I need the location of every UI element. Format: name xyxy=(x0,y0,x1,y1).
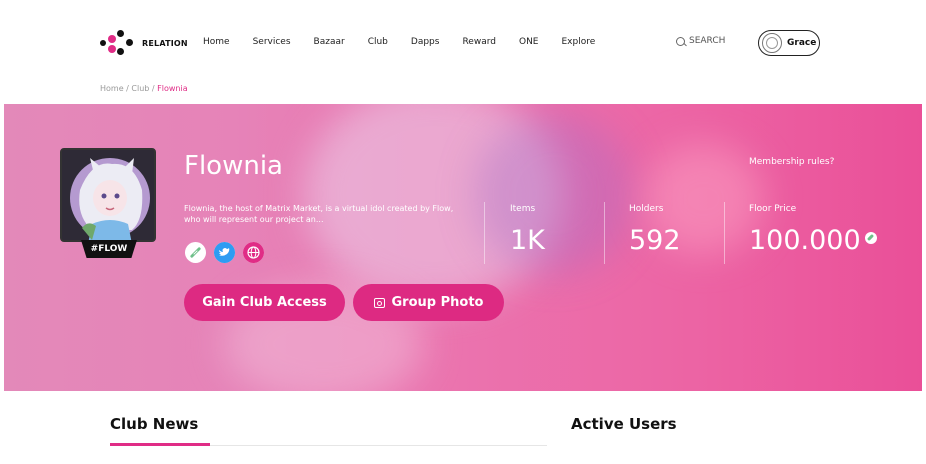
active-tab-indicator xyxy=(110,443,210,446)
social-links xyxy=(185,242,264,263)
stat-items-label: Items xyxy=(510,204,536,214)
nav-one[interactable]: ONE xyxy=(519,37,539,47)
nav-dapps[interactable]: Dapps xyxy=(411,37,440,47)
stat-floor-label: Floor Price xyxy=(749,204,797,214)
stat-holders: Holders 592 xyxy=(629,204,681,256)
stat-divider xyxy=(484,202,485,264)
breadcrumb: Home / Club / Flownia xyxy=(100,84,188,93)
search-button[interactable]: SEARCH xyxy=(676,36,725,46)
photo-icon xyxy=(373,297,385,308)
nav-home[interactable]: Home xyxy=(203,37,230,47)
club-description: Flownia, the host of Matrix Market, is a… xyxy=(184,204,454,224)
search-icon xyxy=(676,36,685,46)
club-avatar-image xyxy=(62,150,154,240)
twitter-icon[interactable] xyxy=(214,242,235,263)
stat-floor-value: 100.000 xyxy=(749,225,861,256)
club-tag-badge: #FLOW xyxy=(81,240,137,258)
stat-holders-label: Holders xyxy=(629,204,664,214)
group-photo-label: Group Photo xyxy=(391,295,484,310)
user-avatar-icon xyxy=(762,33,782,53)
currency-icon xyxy=(864,231,877,244)
stat-divider xyxy=(604,202,605,264)
main-menu: Home Services Bazaar Club Dapps Reward O… xyxy=(203,37,618,47)
relation-logo-icon xyxy=(100,30,136,56)
active-users-heading: Active Users xyxy=(571,415,677,433)
nav-club[interactable]: Club xyxy=(368,37,388,47)
stat-items-value: 1K xyxy=(510,225,545,256)
user-menu[interactable]: Grace xyxy=(758,30,820,56)
stat-items: Items 1K xyxy=(510,204,545,256)
nav-services[interactable]: Services xyxy=(253,37,291,47)
brand-name: RELATION xyxy=(142,38,188,48)
group-photo-button[interactable]: Group Photo xyxy=(353,284,504,321)
stat-divider xyxy=(724,202,725,264)
nav-explore[interactable]: Explore xyxy=(562,37,596,47)
gain-club-access-button[interactable]: Gain Club Access xyxy=(184,284,345,321)
breadcrumb-home[interactable]: Home xyxy=(100,84,124,93)
breadcrumb-separator: / xyxy=(149,84,158,93)
membership-rules-link[interactable]: Membership rules? xyxy=(749,157,834,167)
nav-bazaar[interactable]: Bazaar xyxy=(314,37,345,47)
nav-reward[interactable]: Reward xyxy=(462,37,496,47)
link-icon[interactable] xyxy=(185,242,206,263)
brand-logo[interactable]: RELATION xyxy=(100,30,188,56)
club-hero-banner: #FLOW Flownia Flownia, the host of Matri… xyxy=(4,104,922,391)
club-avatar: #FLOW xyxy=(60,148,158,260)
breadcrumb-current: Flownia xyxy=(157,84,188,93)
breadcrumb-club[interactable]: Club xyxy=(131,84,149,93)
top-navbar: RELATION Home Services Bazaar Club Dapps… xyxy=(0,0,926,86)
globe-icon[interactable] xyxy=(243,242,264,263)
stat-floor-value-row: 100.000 xyxy=(749,225,877,256)
search-label: SEARCH xyxy=(689,36,726,46)
club-title: Flownia xyxy=(184,151,283,181)
stat-holders-value: 592 xyxy=(629,225,681,256)
club-news-heading[interactable]: Club News xyxy=(110,415,198,433)
user-name: Grace xyxy=(787,38,817,48)
stat-floor-price: Floor Price 100.000 xyxy=(749,204,877,256)
